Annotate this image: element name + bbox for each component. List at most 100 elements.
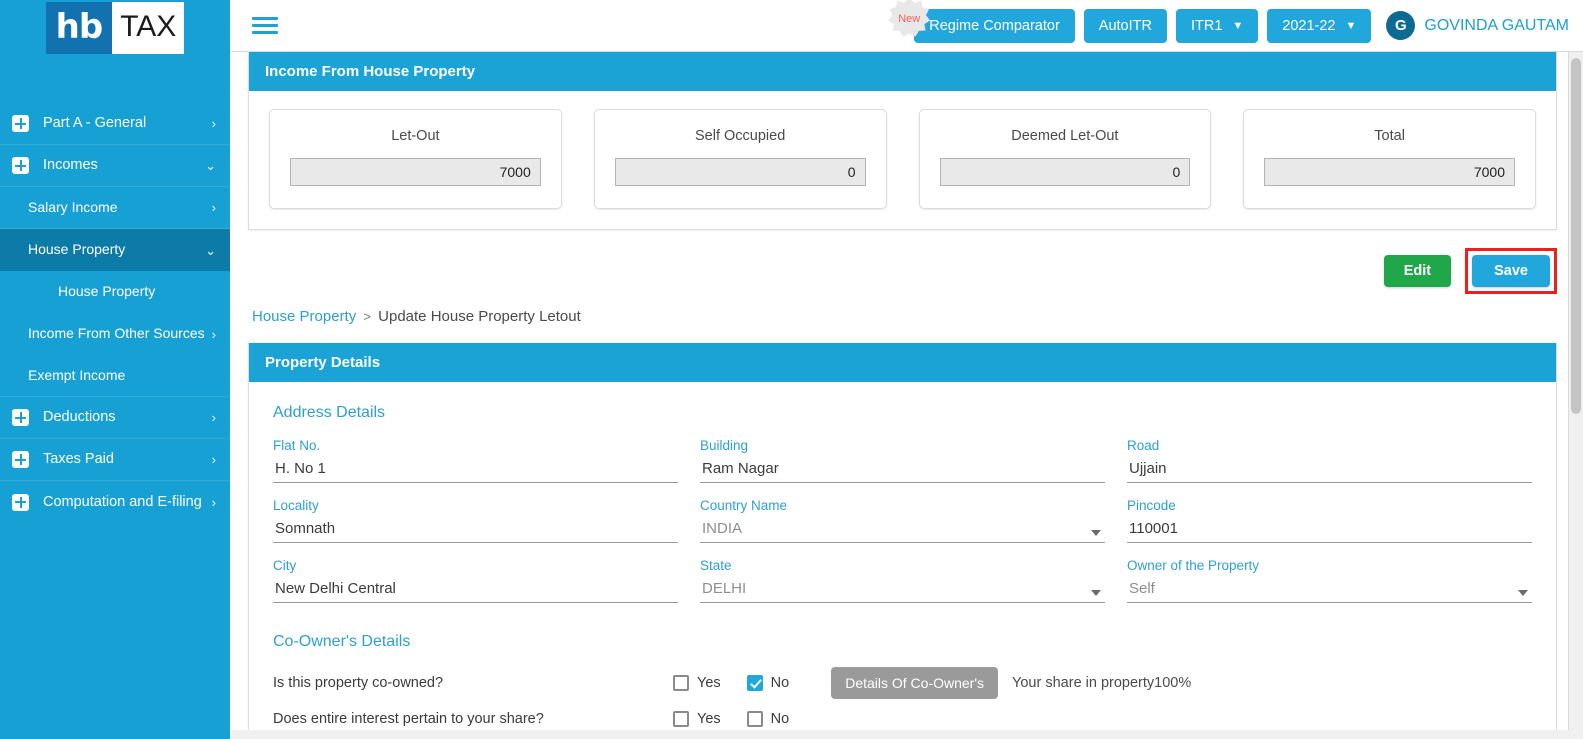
entire-interest-yes-label: Yes [697, 711, 721, 727]
sidebar-item-incomes[interactable]: Incomes ⌄ [0, 145, 230, 187]
locality-input[interactable]: Somnath [273, 519, 678, 543]
sidebar-item-part-a-general[interactable]: Part A - General › [0, 103, 230, 145]
sidebar-item-label: Salary Income [28, 198, 118, 215]
content-scroll-area: Income From House Property Let-Out Self … [230, 52, 1583, 739]
sidebar-item-salary-income[interactable]: Salary Income › [0, 187, 230, 229]
sidebar-item-deductions[interactable]: Deductions › [0, 397, 230, 439]
field-pincode: Pincode 110001 [1127, 498, 1532, 545]
chevron-down-icon [1518, 590, 1528, 596]
coowner-row-is-co-owned: Is this property co-owned? Yes No Detail… [269, 665, 1536, 701]
chevron-right-icon: › [211, 494, 216, 510]
sidebar-item-label: Computation and E-filing [43, 493, 202, 510]
sidebar-item-label: Exempt Income [28, 366, 126, 383]
chevron-right-icon: › [211, 200, 216, 215]
field-locality: Locality Somnath [273, 498, 678, 545]
coowned-no-label: No [770, 675, 790, 691]
field-city: City New Delhi Central [273, 558, 678, 605]
edit-button[interactable]: Edit [1383, 255, 1452, 287]
entire-interest-yes-option[interactable]: Yes [673, 711, 721, 727]
assessment-year-label: 2021-22 [1282, 17, 1336, 34]
flat-no-input[interactable]: H. No 1 [273, 459, 678, 483]
building-input[interactable]: Ram Nagar [700, 459, 1105, 483]
sidebar-item-income-from-other-sources[interactable]: Income From Other Sources › [0, 313, 230, 355]
breadcrumb-current: Update House Property Letout [378, 308, 581, 325]
coowned-checkbox-group: Yes No [673, 675, 789, 691]
coowned-yes-option[interactable]: Yes [673, 675, 721, 691]
save-button[interactable]: Save [1472, 255, 1550, 287]
sidebar-item-label: House Property [58, 283, 156, 300]
sidebar: hb TAX Part A - General › Incomes ⌄ Sala… [0, 0, 230, 739]
top-bar: New Regime Comparator AutoITR ITR1 ▼ 202… [230, 0, 1583, 52]
hamburger-icon[interactable] [252, 13, 278, 38]
breadcrumb-parent-link[interactable]: House Property [252, 308, 356, 325]
field-label: Road [1127, 438, 1160, 453]
sidebar-item-taxes-paid[interactable]: Taxes Paid › [0, 439, 230, 481]
owner-of-property-select[interactable]: Self [1127, 579, 1532, 603]
summary-card-deemed-let-out: Deemed Let-Out [918, 109, 1212, 209]
logo-tax-text: TAX [112, 1, 185, 54]
vertical-scrollbar[interactable] [1568, 52, 1583, 739]
itr-form-dropdown[interactable]: ITR1 ▼ [1175, 8, 1259, 43]
let-out-value-input[interactable] [290, 158, 541, 186]
field-label: Building [700, 438, 749, 453]
field-label: Locality [273, 498, 319, 513]
sidebar-item-label: House Property [28, 241, 126, 258]
field-label: Pincode [1127, 498, 1176, 513]
self-occupied-value-input[interactable] [614, 158, 866, 186]
summary-card-self-occupied: Self Occupied [593, 109, 887, 209]
plus-icon [12, 409, 29, 426]
app-logo[interactable]: hb TAX [0, 0, 230, 55]
regime-comparator-button[interactable]: Regime Comparator [914, 8, 1075, 43]
coowned-no-option[interactable]: No [746, 675, 790, 691]
application-root: hb TAX Part A - General › Incomes ⌄ Sala… [0, 0, 1583, 739]
summary-card-label: Let-Out [391, 128, 440, 144]
entire-interest-no-option[interactable]: No [746, 711, 790, 727]
summary-card-label: Deemed Let-Out [1011, 128, 1119, 144]
share-in-property-text: Your share in property100% [1012, 675, 1192, 691]
sidebar-item-label: Taxes Paid [43, 451, 114, 468]
state-select[interactable]: DELHI [700, 579, 1105, 603]
sidebar-item-house-property-child[interactable]: House Property [0, 271, 230, 313]
sidebar-item-computation-and-efiling[interactable]: Computation and E-filing › [0, 481, 230, 523]
user-name: GOVINDA GAUTAM [1424, 16, 1569, 34]
plus-icon [12, 493, 29, 511]
sidebar-item-house-property[interactable]: House Property ⌄ [0, 229, 230, 271]
address-details-heading: Address Details [273, 404, 386, 421]
field-label: City [273, 558, 297, 573]
city-input[interactable]: New Delhi Central [273, 579, 678, 603]
coowner-question: Does entire interest pertain to your sha… [273, 711, 544, 727]
autoitr-button[interactable]: AutoITR [1083, 8, 1167, 43]
sidebar-item-label: Deductions [43, 409, 116, 426]
field-road: Road Ujjain [1127, 438, 1532, 485]
coowned-yes-label: Yes [697, 675, 721, 691]
field-label: Owner of the Property [1127, 558, 1260, 573]
avatar: G [1386, 11, 1416, 40]
sidebar-item-exempt-income[interactable]: Exempt Income [0, 355, 230, 397]
chevron-down-icon: ▼ [1232, 19, 1244, 32]
summary-card-let-out: Let-Out [269, 109, 562, 209]
checkbox-unchecked-icon[interactable] [673, 675, 689, 691]
field-label: State [700, 558, 732, 573]
user-menu[interactable]: G GOVINDA GAUTAM [1386, 11, 1569, 40]
checkbox-unchecked-icon[interactable] [746, 711, 763, 727]
panel-title: Income From House Property [249, 52, 1556, 91]
entire-interest-no-label: No [770, 711, 790, 727]
field-owner-of-the-property: Owner of the Property Self [1127, 558, 1532, 605]
checkbox-unchecked-icon[interactable] [673, 711, 689, 727]
checkbox-checked-icon[interactable] [746, 675, 763, 691]
coowner-question: Is this property co-owned? [273, 675, 444, 691]
assessment-year-dropdown[interactable]: 2021-22 ▼ [1267, 8, 1372, 43]
details-of-coowner-button[interactable]: Details Of Co-Owner's [831, 667, 999, 699]
country-name-select[interactable]: INDIA [700, 519, 1105, 543]
pincode-input[interactable]: 110001 [1127, 519, 1532, 543]
deemed-let-out-value-input[interactable] [939, 158, 1191, 186]
topbar-actions: New Regime Comparator AutoITR ITR1 ▼ 202… [888, 0, 1569, 43]
total-value-input[interactable] [1264, 158, 1515, 186]
chevron-down-icon: ⌄ [205, 158, 216, 173]
sidebar-item-label: Incomes [43, 157, 98, 174]
plus-icon [12, 157, 29, 174]
field-flat-no: Flat No. H. No 1 [273, 438, 678, 485]
horizontal-scrollbar[interactable] [230, 730, 1583, 739]
road-input[interactable]: Ujjain [1127, 459, 1532, 483]
vertical-scrollbar-thumb[interactable] [1571, 58, 1581, 414]
